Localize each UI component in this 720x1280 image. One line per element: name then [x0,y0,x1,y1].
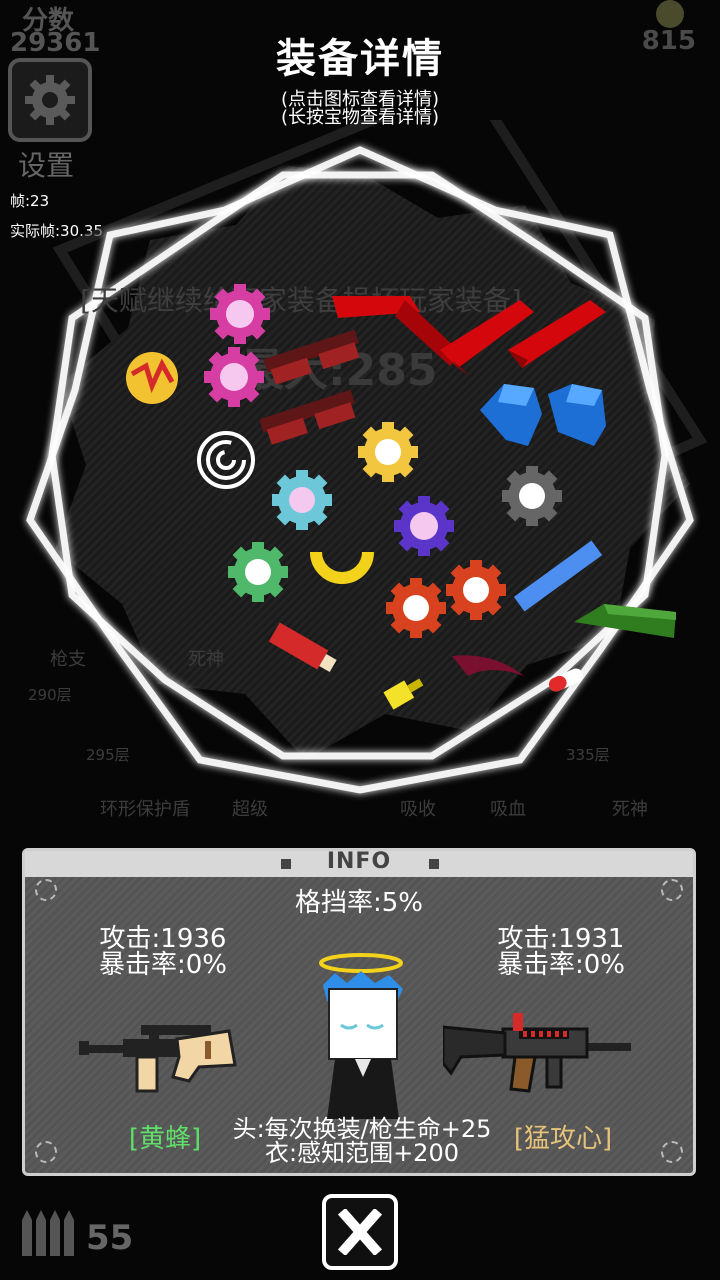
bg-label: 335层 [566,746,610,764]
body-bonus: 衣:感知范围+200 [264,1139,459,1167]
sniper-rifle-icon[interactable] [79,1011,239,1101]
bg-label: 290层 [28,686,72,704]
hint-treasure: (长按宝物查看详情) [280,107,440,128]
bg-label: 枪支 [50,649,86,670]
grey-gear-treasure[interactable] [502,466,562,526]
bg-banner: [天赋继续给玩家装备损坏玩家装备] [80,284,522,317]
bullets-icon [22,1210,74,1256]
header-marker [429,859,439,869]
right-crit: 暴击率:0% [496,950,625,980]
left-attack: 攻击:1936 [99,924,227,954]
yellow-lightning-orb-treasure[interactable] [126,352,178,404]
close-x-icon [337,1209,383,1255]
bg-label: 环形保护盾 [100,799,190,820]
close-button[interactable] [322,1194,398,1270]
info-panel: INFO 格挡率:5% 攻击:1936 暴击率:0% 攻击:1931 暴击率:0… [22,848,696,1176]
block-rate: 格挡率:5% [294,888,423,918]
treasure-frame: [天赋继续给玩家装备损坏玩家装备] 最大:285 枪支 死神 290层 295层… [26,120,708,820]
bolt-icon [661,1141,683,1163]
bg-label: 超级 [232,799,268,820]
info-title: INFO [326,849,392,874]
bg-label: 295层 [86,746,130,764]
assault-rifle-icon[interactable] [443,1003,635,1099]
info-panel-header: INFO [25,849,693,877]
orange-gear-treasure[interactable] [386,578,446,638]
cyan-gear-treasure[interactable] [272,470,332,530]
bg-label: 死神 [612,799,648,820]
orange-gear-treasure[interactable] [446,560,506,620]
head-bonus: 头:每次换装/枪生命+25 [232,1115,492,1143]
pink-gear-treasure[interactable] [210,284,270,344]
angel-character[interactable] [307,949,417,1119]
yellow-gear-treasure[interactable] [358,422,418,482]
green-gear-treasure[interactable] [228,542,288,602]
left-crit: 暴击率:0% [98,950,227,980]
pink-gear-treasure[interactable] [204,347,264,407]
purple-gear-treasure[interactable] [394,496,454,556]
ammo-count: 55 [86,1218,134,1258]
bg-label: 死神 [188,649,224,670]
bg-label: 吸血 [490,799,526,820]
right-attack: 攻击:1931 [497,924,625,954]
bg-label: 吸收 [400,799,436,820]
bolt-icon [35,1141,57,1163]
coin-icon [656,0,684,28]
dialog-title: 装备详情 [276,36,444,82]
